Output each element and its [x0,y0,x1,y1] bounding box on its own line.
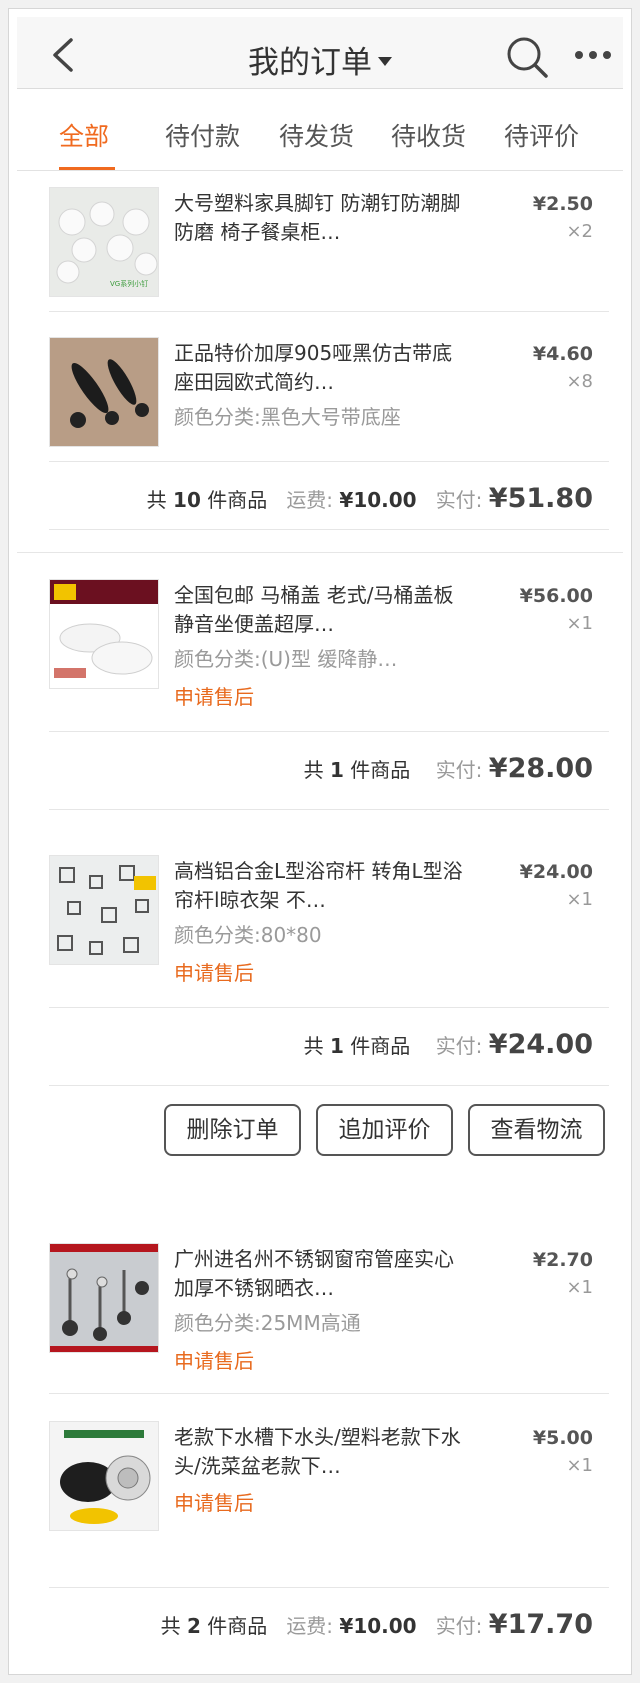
product-name[interactable]: 全国包邮 马桶盖 老式/马桶盖板 静音坐便盖超厚… [174,581,464,639]
product-spec: 颜色分类:黑色大号带底座 [174,405,401,429]
order-separator [17,552,623,553]
product-quantity: ×1 [566,889,593,910]
product-quantity: ×1 [566,1455,593,1476]
divider [49,1085,609,1086]
product-quantity: ×2 [566,221,593,242]
divider [49,1393,609,1394]
after-sale-link[interactable]: 申请售后 [174,1487,254,1516]
count-suffix: 件商品 [207,488,268,512]
thumbnail-caption: VG系列小钉 [110,279,148,288]
order-summary: 共 10 件商品 运费: ¥10.00 实付: ¥51.80 [147,483,593,514]
paid-amount: ¥28.00 [488,753,593,784]
product-price: ¥24.00 [519,861,593,883]
shipping-fee: ¥10.00 [339,488,417,512]
status-tabs: 全部 待付款 待发货 待收货 待评价 [17,89,623,171]
product-spec: 颜色分类:80*80 [174,923,322,947]
count-suffix: 件商品 [350,758,411,782]
product-name[interactable]: 老款下水槽下水头/塑料老款下水头/洗菜盆老款下… [174,1423,464,1481]
caret-down-icon [378,57,392,66]
shipping-label: 运费: [286,1614,334,1638]
product-quantity: ×1 [566,613,593,634]
paid-label: 实付: [435,1034,483,1058]
order-summary: 共 1 件商品 实付: ¥24.00 [304,1029,593,1060]
product-spec: 颜色分类:25MM高通 [174,1311,361,1335]
divider [49,1587,609,1588]
count-prefix: 共 [146,488,167,512]
product-name[interactable]: 大号塑料家具脚钉 防潮钉防潮脚防磨 椅子餐桌柜… [174,189,464,247]
product-thumbnail[interactable] [49,1243,159,1353]
product-name[interactable]: 正品特价加厚905哑黑仿古带底座田园欧式简约… [174,339,464,397]
item-count: 10 [173,488,201,512]
count-suffix: 件商品 [207,1614,268,1638]
item-count: 1 [329,758,344,782]
search-icon[interactable] [505,35,549,79]
tab-pending-receipt[interactable]: 待收货 [391,117,466,153]
count-prefix: 共 [160,1614,181,1638]
paid-amount: ¥17.70 [488,1609,593,1640]
view-logistics-button[interactable]: 查看物流 [468,1104,605,1156]
top-bar: 我的订单 [17,17,623,89]
tab-pending-shipment[interactable]: 待发货 [279,117,354,153]
product-thumbnail[interactable] [49,337,159,447]
divider [49,529,609,530]
after-sale-link[interactable]: 申请售后 [174,681,254,710]
paid-label: 实付: [435,1614,483,1638]
paid-label: 实付: [435,488,483,512]
count-suffix: 件商品 [350,1034,411,1058]
after-sale-link[interactable]: 申请售后 [174,1345,254,1374]
paid-amount: ¥24.00 [488,1029,593,1060]
active-tab-indicator [59,167,115,170]
paid-label: 实付: [435,758,483,782]
product-thumbnail[interactable]: VG系列小钉 [49,187,159,297]
product-name[interactable]: 广州进名州不锈钢窗帘管座实心加厚不锈钢晒衣… [174,1245,464,1303]
product-thumbnail[interactable] [49,1421,159,1531]
divider [49,731,609,732]
item-count: 2 [186,1614,201,1638]
product-name[interactable]: 高档铝合金L型浴帘杆 转角L型浴帘杆l晾衣架 不… [174,857,464,915]
product-quantity: ×1 [566,1277,593,1298]
order-list-screen: 我的订单 全部 待付款 待发货 待收货 待评价 VG系列小钉 大号塑料家具脚钉 … [8,8,632,1675]
product-thumbnail[interactable] [49,579,159,689]
shipping-fee: ¥10.00 [339,1614,417,1638]
paid-amount: ¥51.80 [488,483,593,514]
divider [49,311,609,312]
after-sale-link[interactable]: 申请售后 [174,957,254,986]
product-quantity: ×8 [566,371,593,392]
product-price: ¥2.70 [532,1249,593,1271]
count-prefix: 共 [303,1034,324,1058]
delete-order-button[interactable]: 删除订单 [164,1104,301,1156]
divider [49,1007,609,1008]
product-price: ¥56.00 [519,585,593,607]
product-spec: 颜色分类:(U)型 缓降静… [174,647,398,671]
shipping-label: 运费: [286,488,334,512]
more-horizontal-icon[interactable] [573,47,613,63]
item-count: 1 [329,1034,344,1058]
order-summary: 共 1 件商品 实付: ¥28.00 [304,753,593,784]
product-price: ¥5.00 [532,1427,593,1449]
tab-pending-review[interactable]: 待评价 [504,117,579,153]
product-thumbnail[interactable] [49,855,159,965]
count-prefix: 共 [303,758,324,782]
add-review-button[interactable]: 追加评价 [316,1104,453,1156]
product-price: ¥2.50 [532,193,593,215]
tab-pending-payment[interactable]: 待付款 [165,117,240,153]
divider [49,809,609,810]
product-price: ¥4.60 [532,343,593,365]
page-title-text: 我的订单 [248,45,372,81]
order-summary: 共 2 件商品 运费: ¥10.00 实付: ¥17.70 [161,1609,593,1640]
tab-all[interactable]: 全部 [59,117,109,153]
divider [49,461,609,462]
